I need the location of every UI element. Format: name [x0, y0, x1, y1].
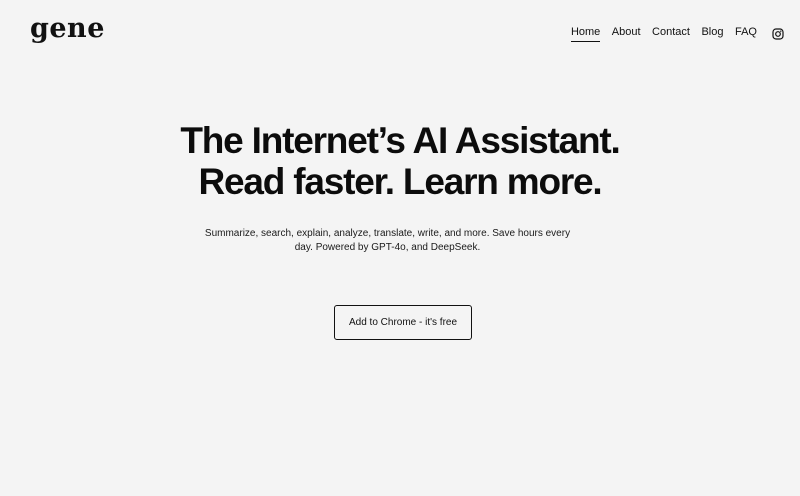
- nav-link-about[interactable]: About: [612, 24, 641, 42]
- nav-link-blog[interactable]: Blog: [701, 24, 723, 42]
- add-to-chrome-button[interactable]: Add to Chrome - it's free: [334, 305, 472, 340]
- hero-subtitle: Summarize, search, explain, analyze, tra…: [204, 228, 571, 253]
- logo[interactable]: gene: [30, 12, 105, 46]
- nav-link-home[interactable]: Home: [570, 24, 601, 42]
- hero-title-line-1: The Internet’s AI Assistant.: [180, 120, 620, 161]
- main-nav: Home About Contact Blog FAQ: [570, 24, 784, 42]
- nav-link-faq[interactable]: FAQ: [735, 24, 757, 42]
- instagram-icon[interactable]: [772, 27, 784, 40]
- site-header: gene Home About Contact Blog FAQ: [0, 0, 800, 64]
- hero-title: The Internet’s AI Assistant. Read faster…: [0, 120, 800, 202]
- nav-link-contact[interactable]: Contact: [652, 24, 690, 42]
- hero-title-line-2: Read faster. Learn more.: [198, 161, 602, 202]
